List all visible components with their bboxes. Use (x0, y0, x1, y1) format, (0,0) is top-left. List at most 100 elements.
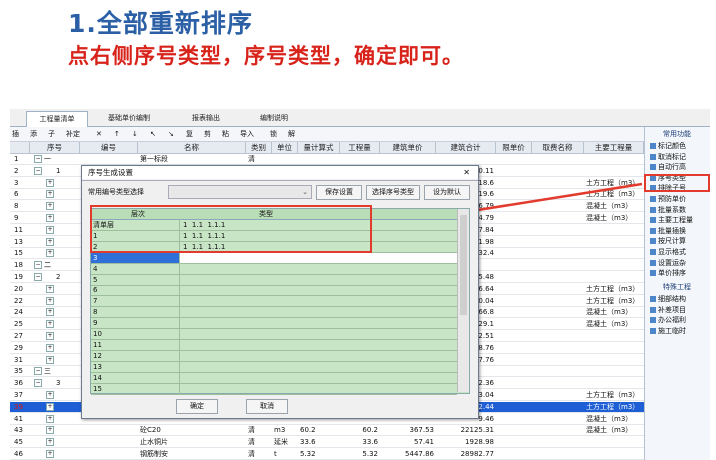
level-row[interactable]: 9 (91, 318, 457, 330)
toolbar-button[interactable]: 导入 (240, 128, 254, 140)
expand-toggle-icon[interactable]: + (46, 237, 54, 246)
level-row[interactable]: 5 (91, 274, 457, 286)
expand-toggle-icon[interactable]: + (46, 190, 54, 199)
tab-unit-price[interactable]: 基础单价编制 (90, 111, 168, 126)
column-header[interactable]: 序号 (30, 142, 80, 154)
tab-report[interactable]: 报表输出 (176, 111, 236, 126)
table-row[interactable]: 46 + 钢筋制安 清 t 5.32 5.32 5447.86 28982.77 (10, 449, 644, 460)
level-row[interactable]: 12 (91, 350, 457, 362)
level-row[interactable]: 4 (91, 263, 457, 275)
level-row[interactable]: 14 (91, 372, 457, 384)
scrollbar[interactable] (457, 209, 469, 392)
expand-toggle-icon[interactable]: + (46, 249, 54, 258)
cell-unit: 延米 (274, 438, 288, 447)
panel-item[interactable]: 显示格式 (650, 247, 686, 257)
table-row[interactable]: 45 + 止水铜片 清 延米 33.6 33.6 57.41 1928.98 (10, 437, 644, 449)
expand-toggle-icon[interactable]: + (46, 202, 54, 211)
choose-seq-type-button[interactable]: 选择序号类型 (366, 185, 420, 200)
column-header[interactable]: 主要工程量 (584, 142, 644, 154)
expand-toggle-icon[interactable]: − (34, 379, 42, 388)
expand-toggle-icon[interactable]: + (46, 438, 54, 447)
expand-toggle-icon[interactable]: + (46, 426, 54, 435)
panel-item[interactable]: 按尺计算 (650, 236, 686, 246)
panel-item[interactable]: 办公福利 (650, 315, 686, 325)
panel-item[interactable]: 主要工程量 (650, 215, 693, 225)
expand-toggle-icon[interactable]: + (46, 355, 54, 364)
column-header[interactable]: 量计算式 (298, 142, 340, 154)
expand-toggle-icon[interactable]: − (34, 261, 42, 270)
toolbar-button[interactable]: 解 (288, 128, 295, 140)
toolbar-button[interactable]: ↘ (168, 128, 174, 140)
table-row[interactable]: 1 − 一 第一标段 清 (10, 154, 644, 165)
panel-item[interactable]: 补差项目 (650, 305, 686, 315)
panel-item[interactable]: 自动行高 (650, 162, 686, 172)
level-row[interactable]: 15 (91, 383, 457, 395)
panel-item[interactable]: 细部结构 (650, 294, 686, 304)
expand-toggle-icon[interactable]: + (46, 178, 54, 187)
panel-item[interactable]: 标记颜色 (650, 141, 686, 151)
expand-toggle-icon[interactable]: + (46, 391, 54, 399)
toolbar-button[interactable]: ↖ (150, 128, 156, 140)
toolbar-button[interactable]: 锁 (270, 128, 277, 140)
expand-toggle-icon[interactable]: + (46, 414, 54, 423)
toolbar-button[interactable]: 子 (48, 128, 55, 140)
toolbar-button[interactable]: 粘 (222, 128, 229, 140)
expand-toggle-icon[interactable]: + (46, 308, 54, 317)
level-row[interactable]: 8 (91, 307, 457, 319)
ok-button[interactable]: 确定 (176, 399, 218, 414)
column-header[interactable]: 建筑单价 (380, 142, 436, 154)
level-row[interactable]: 11 (91, 339, 457, 351)
column-header[interactable]: 建筑合计 (436, 142, 496, 154)
tab-notes[interactable]: 编制说明 (244, 111, 304, 126)
level-row[interactable]: 13 (91, 361, 457, 373)
panel-item[interactable]: 单价排序 (650, 268, 686, 278)
toolbar-button[interactable]: 剪 (204, 128, 211, 140)
expand-toggle-icon[interactable]: + (46, 225, 54, 234)
panel-item[interactable]: 批量插换 (650, 226, 686, 236)
level-row[interactable]: 3 (91, 252, 457, 264)
toolbar-button[interactable]: 补定 (66, 128, 80, 140)
column-header[interactable]: 名称 (138, 142, 246, 154)
save-settings-button[interactable]: 保存设置 (316, 185, 362, 200)
expand-toggle-icon[interactable]: + (46, 296, 54, 305)
column-header[interactable]: 单位 (272, 142, 298, 154)
type-select[interactable]: ⌄ (168, 185, 312, 199)
table-row[interactable]: 43 + 砼C20 清 m3 60.2 60.2 367.53 22125.31 混凝土（m3） (10, 425, 644, 437)
level-row[interactable]: 10 (91, 329, 457, 340)
tab-bill[interactable]: 工程量清单 (26, 111, 88, 127)
expand-toggle-icon[interactable]: + (46, 450, 54, 458)
expand-toggle-icon[interactable]: − (34, 367, 42, 376)
expand-toggle-icon[interactable]: + (46, 320, 54, 329)
toolbar-button[interactable]: ↓ (132, 128, 138, 140)
expand-toggle-icon[interactable]: + (46, 343, 54, 352)
toolbar-button[interactable]: ✕ (96, 128, 102, 140)
expand-toggle-icon[interactable]: − (34, 166, 42, 175)
panel-item[interactable]: 施工临时 (650, 326, 686, 336)
column-header[interactable]: 工程量 (340, 142, 380, 154)
level-row[interactable]: 7 (91, 296, 457, 308)
cell-main: 土方工程（m3） (586, 296, 640, 305)
expand-toggle-icon[interactable]: + (46, 284, 54, 293)
toolbar-button[interactable]: 插 (12, 128, 19, 140)
expand-toggle-icon[interactable]: + (46, 402, 54, 411)
expand-toggle-icon[interactable]: − (34, 273, 42, 281)
panel-item[interactable]: 预防单价 (650, 194, 686, 204)
panel-item[interactable]: 取消标记 (650, 152, 686, 162)
close-icon[interactable]: ✕ (463, 166, 470, 179)
toolbar-button[interactable]: ↑ (114, 128, 120, 140)
level-row[interactable]: 6 (91, 285, 457, 297)
column-header[interactable]: 限单价 (496, 142, 532, 154)
cancel-button[interactable]: 取消 (246, 399, 288, 414)
expand-toggle-icon[interactable]: − (34, 155, 42, 163)
scroll-thumb[interactable] (460, 215, 467, 315)
expand-toggle-icon[interactable]: + (46, 214, 54, 222)
toolbar-button[interactable]: 添 (30, 128, 37, 140)
set-default-button[interactable]: 设为默认 (424, 185, 470, 200)
column-header[interactable]: 取费名称 (532, 142, 584, 154)
panel-item[interactable]: 批量系数 (650, 205, 686, 215)
toolbar-button[interactable]: 复 (186, 128, 193, 140)
expand-toggle-icon[interactable]: + (46, 332, 54, 340)
panel-item[interactable]: 设置运杂 (650, 258, 686, 268)
column-header[interactable]: 编号 (80, 142, 138, 154)
column-header[interactable]: 类别 (246, 142, 272, 154)
